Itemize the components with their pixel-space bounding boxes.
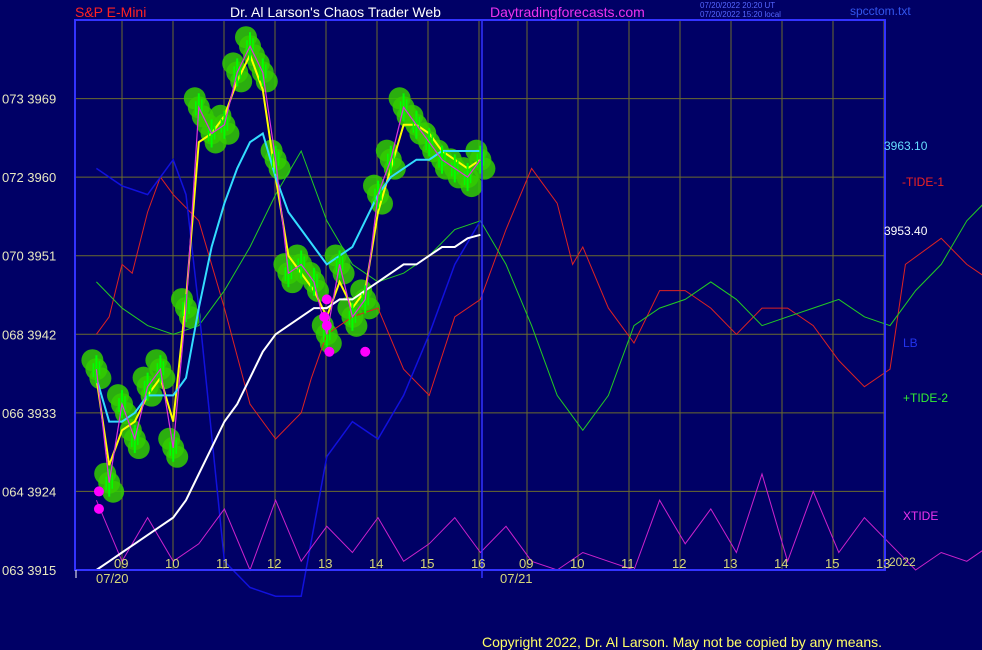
forecast-waves <box>95 149 982 597</box>
x-tick-label: 14 <box>774 556 788 571</box>
x-tick-label: 15 <box>420 556 434 571</box>
site-link[interactable]: Daytradingforecasts.com <box>490 4 645 20</box>
y-tick-label: 070 3951 <box>2 249 56 264</box>
x-tick-label: 11 <box>621 556 635 571</box>
x-tick-label: 13 <box>318 556 332 571</box>
label-tide2: +TIDE-2 <box>903 391 948 405</box>
file-name: spcctom.txt <box>850 4 911 18</box>
turn-point <box>319 311 330 322</box>
x-tick-label: 09 <box>519 556 533 571</box>
turn-points <box>93 294 371 514</box>
turn-point <box>321 320 332 331</box>
x-date-label: 07/20 <box>96 571 129 586</box>
turn-point <box>360 346 371 357</box>
site-title: Dr. Al Larson's Chaos Trader Web <box>230 4 441 20</box>
y-tick-label: 066 3933 <box>2 406 56 421</box>
x-tick-label: 10 <box>165 556 179 571</box>
price-bars <box>92 32 485 497</box>
chaos-chart: 063 3915 064 3924 066 3933 068 3942 070 3951… <box>2 1 982 650</box>
x-tick-label: 12 <box>267 556 281 571</box>
label-xtide: XTIDE <box>903 509 938 523</box>
turn-point <box>93 486 104 497</box>
y-axis: 063 3915 064 3924 066 3933 068 3942 070 3951… <box>2 92 56 578</box>
x-tick-label: 09 <box>114 556 128 571</box>
chart-title: S&P E-Mini <box>75 4 146 20</box>
y-tick-label: 073 3969 <box>2 92 56 107</box>
x-tick-label: 15 <box>825 556 839 571</box>
turn-point <box>93 503 104 514</box>
label-price-2: 3953.40 <box>884 224 928 238</box>
y-tick-label: 068 3942 <box>2 327 56 342</box>
turn-point <box>321 294 332 305</box>
y-tick-label: 064 3924 <box>2 484 56 499</box>
y-tick-label: 072 3960 <box>2 170 56 185</box>
tide1-line <box>95 167 982 440</box>
timestamp-local: 07/20/2022 15:20 local <box>700 10 781 19</box>
x-tick-label: 12 <box>672 556 686 571</box>
x-tick-label: 10 <box>570 556 584 571</box>
chart-window: 063 3915 064 3924 066 3933 068 3942 070 3951… <box>0 0 982 650</box>
x-tick-label: 16 <box>471 556 485 571</box>
label-lb: LB <box>903 336 918 350</box>
x-tick-label: 11 <box>216 556 230 571</box>
x-tick-label: 13 <box>723 556 737 571</box>
timestamp-ut: 07/20/2022 20:20 UT <box>700 1 775 10</box>
x-tick-label: 14 <box>369 556 383 571</box>
label-tide1: -TIDE-1 <box>902 175 944 189</box>
y-tick-label: 063 3915 <box>2 563 56 578</box>
turn-point <box>324 346 335 357</box>
x-date-label: 07/21 <box>500 571 533 586</box>
copyright: Copyright 2022, Dr. Al Larson. May not b… <box>482 634 882 650</box>
label-price-1: 3963.10 <box>884 139 928 153</box>
label-year: 2022 <box>889 555 916 569</box>
